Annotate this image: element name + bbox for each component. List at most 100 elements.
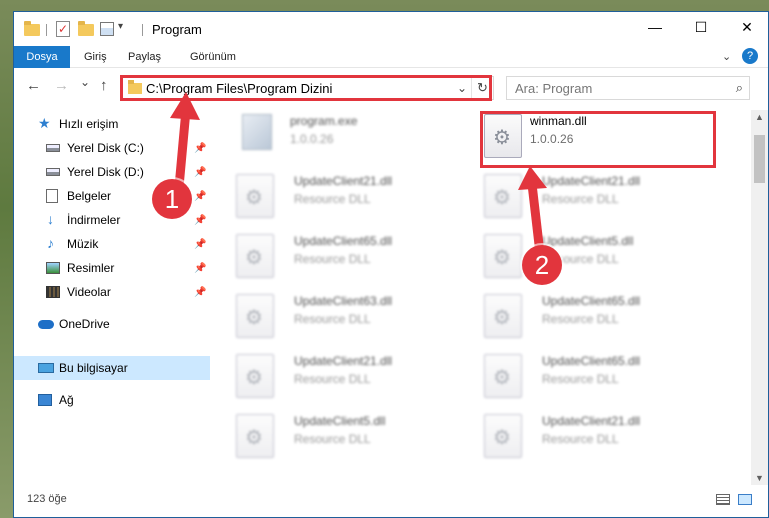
pin-icon: 📌 [194, 214, 207, 226]
file-name: UpdateClient5.dll [294, 414, 386, 428]
search-icon[interactable]: ⌕ [736, 80, 743, 96]
scroll-down-icon[interactable]: ▼ [755, 473, 764, 483]
file-item[interactable]: UpdateClient5.dll Resource DLL [476, 230, 712, 286]
sidebar-item-this-pc[interactable]: Bu bilgisayar [14, 356, 210, 380]
scroll-up-icon[interactable]: ▲ [755, 112, 764, 122]
file-description: Resource DLL [542, 432, 619, 446]
dll-file-icon [484, 234, 522, 278]
file-name: UpdateClient5.dll [542, 234, 634, 248]
sidebar-item-quick-access[interactable]: ★ Hızlı erişim [14, 112, 210, 136]
tab-share[interactable]: Paylaş [118, 46, 171, 68]
maximize-button[interactable]: ☐ [678, 12, 724, 42]
details-view-icon[interactable] [716, 494, 730, 505]
pin-icon: 📌 [194, 166, 207, 178]
properties-check-icon[interactable]: ✓ [56, 21, 70, 37]
file-description: Resource DLL [294, 192, 371, 206]
help-icon[interactable]: ? [742, 48, 758, 64]
file-description: Resource DLL [294, 372, 371, 386]
file-item[interactable]: UpdateClient21.dll Resource DLL [476, 170, 712, 226]
item-count: 123 öğe [27, 493, 67, 505]
scroll-thumb[interactable] [754, 135, 765, 183]
file-item[interactable]: UpdateClient65.dll Resource DLL [476, 290, 712, 346]
dll-file-icon [484, 354, 522, 398]
file-name: UpdateClient21.dll [542, 414, 641, 428]
tab-home[interactable]: Giriş [74, 46, 117, 68]
quick-access-props-icon[interactable] [100, 22, 114, 36]
file-item[interactable]: UpdateClient63.dll Resource DLL [228, 290, 464, 346]
video-icon [46, 286, 60, 298]
vertical-scrollbar[interactable]: ▲ ▼ [751, 110, 768, 485]
title-bar: ✓ ▾ Program — ☐ ✕ [14, 12, 768, 46]
dll-file-icon [236, 294, 274, 338]
pin-icon: 📌 [194, 262, 207, 274]
sidebar-item-label: İndirmeler [67, 213, 121, 227]
exe-icon [242, 114, 272, 150]
step-1-badge: 1 [152, 179, 192, 219]
computer-icon [38, 363, 54, 373]
folder-icon [24, 21, 40, 36]
star-icon: ★ [38, 115, 51, 131]
close-button[interactable]: ✕ [724, 12, 769, 42]
music-icon: ♪ [47, 235, 54, 251]
new-folder-icon[interactable] [78, 21, 94, 36]
file-item[interactable]: UpdateClient21.dll Resource DLL [476, 410, 712, 466]
pin-icon: 📌 [194, 190, 207, 202]
dll-file-icon [236, 174, 274, 218]
dll-file-icon [484, 174, 522, 218]
sidebar-item-music[interactable]: ♪ Müzik 📌 [14, 232, 210, 256]
file-description: Resource DLL [294, 312, 371, 326]
pin-icon: 📌 [194, 286, 207, 298]
sidebar-item-label: Yerel Disk (D:) [67, 165, 144, 179]
file-item[interactable]: UpdateClient21.dll Resource DLL [228, 170, 464, 226]
dll-file-icon [236, 414, 274, 458]
dll-file-icon [236, 354, 274, 398]
search-input[interactable]: Ara: Program [515, 81, 592, 96]
document-icon [46, 189, 58, 203]
file-name: UpdateClient21.dll [294, 354, 393, 368]
divider [142, 24, 143, 36]
pictures-icon [46, 262, 60, 274]
minimize-button[interactable]: — [632, 12, 678, 42]
up-arrow-icon[interactable]: ↑ [100, 77, 108, 94]
tab-view[interactable]: Görünüm [180, 46, 246, 68]
sidebar-item-videos[interactable]: Videolar 📌 [14, 280, 210, 304]
sidebar-item-label: OneDrive [59, 317, 110, 331]
file-item[interactable]: UpdateClient65.dll Resource DLL [476, 350, 712, 406]
sidebar-item-local-disk-c[interactable]: Yerel Disk (C:) 📌 [14, 136, 210, 160]
file-item[interactable]: UpdateClient65.dll Resource DLL [228, 230, 464, 286]
status-bar: 123 öğe [14, 483, 768, 517]
tab-file[interactable]: Dosya [14, 46, 70, 68]
sidebar-item-label: Bu bilgisayar [59, 361, 128, 375]
sidebar-item-pictures[interactable]: Resimler 📌 [14, 256, 210, 280]
sidebar-item-onedrive[interactable]: OneDrive [14, 312, 210, 336]
step-2-badge: 2 [522, 245, 562, 285]
file-name: program.exe [290, 114, 358, 128]
dll-file-icon [236, 234, 274, 278]
file-item[interactable]: UpdateClient21.dll Resource DLL [228, 350, 464, 406]
forward-arrow-icon[interactable]: → [54, 77, 69, 94]
ribbon-expand-icon[interactable]: ⌄ [722, 50, 731, 63]
sidebar-item-network[interactable]: Ağ [14, 388, 210, 412]
file-name: UpdateClient65.dll [294, 234, 393, 248]
drive-icon [46, 144, 60, 152]
download-icon: ↓ [47, 211, 54, 227]
file-version: 1.0.0.26 [290, 132, 334, 146]
file-name: UpdateClient65.dll [542, 294, 641, 308]
file-item[interactable]: program.exe 1.0.0.26 [228, 110, 464, 166]
dll-file-icon [484, 414, 522, 458]
back-arrow-icon[interactable]: ← [26, 77, 41, 94]
sidebar-item-label: Resimler [67, 261, 115, 275]
quick-access-dropdown-icon[interactable]: ▾ [118, 21, 123, 32]
sidebar-item-label: Yerel Disk (C:) [67, 141, 144, 155]
sidebar-item-label: Müzik [67, 237, 99, 251]
sidebar-item-label: Ağ [59, 393, 74, 407]
recent-locations-icon[interactable]: ⌄ [80, 75, 90, 89]
large-icons-view-icon[interactable] [738, 494, 752, 505]
file-name: UpdateClient63.dll [294, 294, 393, 308]
search-box[interactable]: Ara: Program ⌕ [506, 76, 750, 100]
sidebar-item-label: Hızlı erişim [59, 117, 119, 131]
file-item[interactable]: UpdateClient5.dll Resource DLL [228, 410, 464, 466]
file-description: Resource DLL [542, 372, 619, 386]
file-description: Resource DLL [294, 252, 371, 266]
divider [46, 24, 47, 36]
